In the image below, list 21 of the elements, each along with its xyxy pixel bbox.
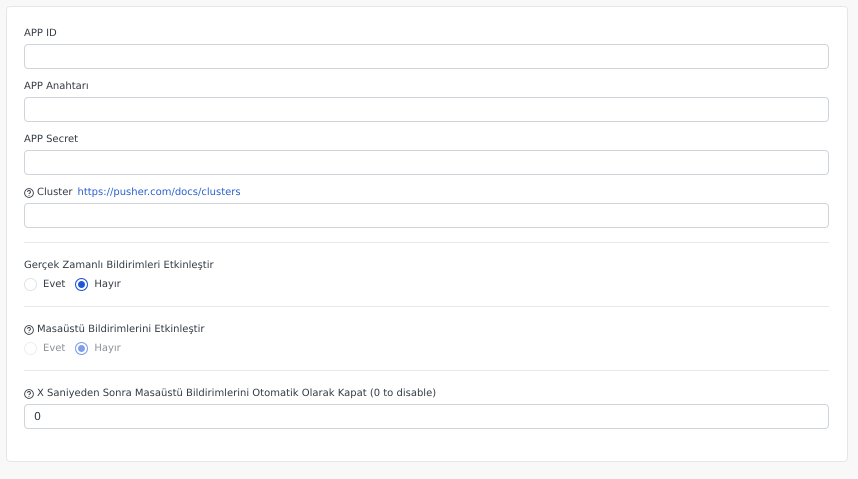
help-icon (24, 388, 34, 398)
field-label: Cluster (37, 187, 72, 198)
input-field[interactable]: 0 (24, 404, 829, 429)
field-label: APP ID (24, 28, 57, 39)
radio-icon (75, 342, 88, 355)
docs-link[interactable]: https://pusher.com/docs/clusters (78, 187, 241, 198)
input-field[interactable] (24, 97, 829, 122)
radio-option[interactable]: Hayır (75, 278, 121, 291)
help-icon (24, 324, 34, 334)
radio-option[interactable]: Evet (24, 278, 66, 291)
field-label: APP Secret (24, 134, 78, 145)
field-label: Masaüstü Bildirimlerini Etkinleştir (37, 324, 204, 335)
help-icon (24, 188, 34, 198)
input-field[interactable] (24, 150, 829, 175)
radio-icon (75, 278, 88, 291)
field-label: Gerçek Zamanlı Bildirimleri Etkinleştir (24, 260, 214, 271)
radio-icon (24, 278, 37, 291)
input-field[interactable] (24, 44, 829, 69)
field-label: APP Anahtarı (24, 81, 89, 92)
input-field[interactable] (24, 203, 829, 228)
field-label: X Saniyeden Sonra Masaüstü Bildirimlerini Otomatik Olarak Kapat (0 to disable) (37, 388, 436, 399)
